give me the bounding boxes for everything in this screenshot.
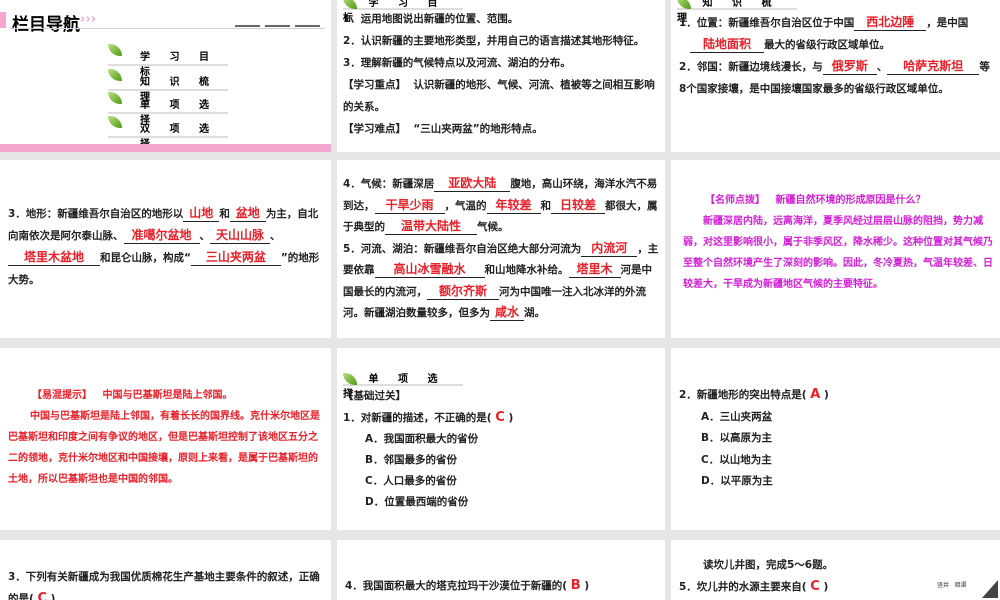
slide-nav[interactable]: 栏目导航 ››› 学 习 目 标 知 识 梳 理 单 项 选 择 双 项 选 择 [0,0,331,152]
option[interactable]: D．位置最西端的省份 [365,492,661,513]
nav-title: 栏目导航 [12,15,80,35]
nav-item-single-choice[interactable]: 单 项 选 择 [108,92,228,126]
hard-point: 【学习难点】 “三山夹两盆”的地形特点。 [343,123,543,135]
answer: A [810,387,821,402]
goal-line: 1．运用地图说出新疆的位置、范围。 [343,13,519,25]
title-accent [0,12,6,28]
option[interactable]: A．我国面积最大的省份 [365,429,661,450]
question-2: 2．新疆地形的突出特点是( A ) [679,387,829,402]
option[interactable]: B．以高原为主 [701,428,995,450]
option[interactable]: D．以平原为主 [701,471,995,493]
nav-item-knowledge[interactable]: 知 识 梳 理 [108,69,228,103]
mountain-icon [982,580,998,598]
slide-question-3: 3．下列有关新疆成为我国优质棉花生产基地主要条件的叙述，正确的是( C ) [0,540,331,600]
slide-question-4: 4．我国面积最大的塔克拉玛干沙漠位于新疆的( B ) [337,540,665,600]
question-rivers: 5．河流、湖泊：新疆维吾尔自治区绝大部分河流为 内流河 ，主要依靠 高山冰雪融水 和山地… [343,240,659,321]
nav-item-double-choice[interactable]: 双 项 选 择 [108,116,228,150]
chevrons-icon: ››› [80,12,97,27]
tip-body: 新疆深居内陆，远离海洋，夏季风经过层层山脉的阻挡，势力减弱，对这里影响很小，属于… [683,216,993,290]
question-neighbors: 2．邻国：新疆边境线漫长，与 俄罗斯、哈萨克斯坦 等8个国家接壤，是中国接壤国家最多… [679,59,990,95]
leaf-icon [677,0,691,9]
slide-terrain: 3．地形：新疆维吾尔自治区的地形以 山地和盆地 为主，自北向南依次是阿尔泰山脉、 准噶… [0,160,331,338]
slide-teacher-tip: 【名师点拨】 新疆自然环境的形成原因是什么？ 新疆深居内陆，远离海洋，夏季风经过… [671,160,1000,338]
option[interactable]: C．人口最多的省份 [365,471,661,492]
karez-figure: 竖井 暗渠 [937,580,1000,600]
key-point: 【学习重点】 认识新疆的地形、气候、河流、植被等之间相互影响的关系。 [343,79,655,113]
leaf-icon [108,116,122,128]
answer: B [570,578,581,593]
question-intro: 读坎儿井图，完成5～6题。 [703,559,834,571]
question-climate: 4．气候：新疆深居 亚欧大陆 腹地，高山环绕，海洋水汽不易到达， 干旱少雨 ，气温的 年较… [343,176,658,235]
knowledge-header: 知 识 梳 理 [677,0,797,24]
slide-single-choice-2: 2．新疆地形的突出特点是( A ) A．三山夹两盆 B．以高原为主 C．以山地为… [671,348,1000,530]
answer: C [810,579,820,594]
question-5: 5．坎儿井的水源主要来自( C ) [679,579,829,594]
question-location: 1．位置：新疆维吾尔自治区位于中国 西北边陲 ，是中国 陆地面积 最大的省级行政区域单… [679,15,969,53]
option[interactable]: C．以山地为主 [701,450,995,472]
title-rule [10,28,325,29]
section-label: 【基础过关】 [343,390,406,402]
option[interactable]: A．三山夹两盆 [701,407,995,429]
goal-line: 3．理解新疆的气候特点以及河流、湖泊的分布。 [343,57,571,69]
leaf-icon [108,92,122,104]
slide-goals: 学 习 目 标 1．运用地图说出新疆的位置、范围。 2．认识新疆的主要地形类型，… [337,0,665,152]
slide-single-choice-1: 单 项 选 择 【基础过关】 1．对新疆的描述，不正确的是( C ) A．我国面… [337,348,665,530]
nav-item-goals[interactable]: 学 习 目 标 [108,44,228,78]
question-terrain: 3．地形：新疆维吾尔自治区的地形以 山地和盆地 为主，自北向南依次是阿尔泰山脉、 准噶… [8,206,320,286]
tip-heading: 【名师点拨】 新疆自然环境的形成原因是什么？ [705,195,926,206]
question-1: 1．对新疆的描述，不正确的是( C ) [343,410,514,425]
confuse-body: 中国与巴基斯坦是陆上邻国，有着长长的国界线。克什米尔地区是巴基斯坦和印度之间有争… [8,411,320,485]
single-choice-header: 单 项 选 择 [343,370,463,400]
leaf-icon [108,69,122,81]
slide-question-5: 读坎儿井图，完成5～6题。 5．坎儿井的水源主要来自( C ) 竖井 暗渠 [671,540,1000,600]
title-dashes [235,25,320,27]
leaf-icon [343,373,357,385]
answer: C [495,410,505,425]
pink-bar [0,144,331,152]
leaf-icon [108,44,122,56]
slide-confusion-tip: 【易混提示】 中国与巴基斯坦是陆上邻国。 中国与巴基斯坦是陆上邻国，有着长长的国… [0,348,331,530]
confuse-heading: 【易混提示】 中国与巴基斯坦是陆上邻国。 [32,390,233,401]
answer: C [37,591,48,600]
slide-knowledge-1: 知 识 梳 理 1．位置：新疆维吾尔自治区位于中国 西北边陲 ，是中国 陆地面积 最大… [671,0,1000,152]
question-4: 4．我国面积最大的塔克拉玛干沙漠位于新疆的( B ) [345,578,590,593]
question-3: 3．下列有关新疆成为我国优质棉花生产基地主要条件的叙述，正确的是( C ) [8,566,324,600]
slide-climate-rivers: 4．气候：新疆深居 亚欧大陆 腹地，高山环绕，海洋水汽不易到达， 干旱少雨 ，气温的 年较… [337,160,665,338]
option[interactable]: B．邻国最多的省份 [365,450,661,471]
goal-line: 2．认识新疆的主要地形类型，并用自己的语言描述其地形特征。 [343,35,645,47]
